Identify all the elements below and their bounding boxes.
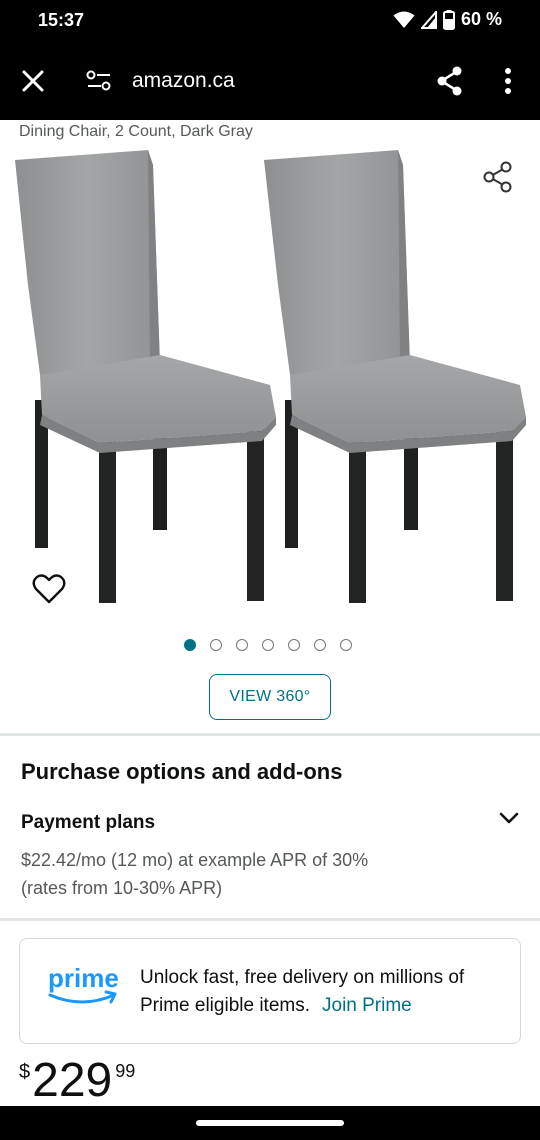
- cell-signal-icon: [420, 10, 437, 29]
- price: $ 229 99: [19, 1055, 135, 1107]
- payment-plans-detail: $22.42/mo (12 mo) at example APR of 30% …: [21, 850, 369, 898]
- share-icon[interactable]: [481, 160, 515, 194]
- product-title: Dining Chair, 2 Count, Dark Gray: [19, 123, 253, 140]
- carousel-dot[interactable]: [184, 639, 196, 651]
- payment-plans-title[interactable]: Payment plans: [21, 812, 155, 834]
- carousel-dot[interactable]: [210, 639, 222, 651]
- carousel-dot[interactable]: [236, 639, 248, 651]
- price-symbol: $: [19, 1061, 31, 1083]
- more-options-icon[interactable]: [497, 65, 519, 97]
- carousel-dot[interactable]: [262, 639, 274, 651]
- home-gesture-handle[interactable]: [196, 1120, 344, 1126]
- battery-icon: [442, 9, 455, 30]
- price-whole: 229: [32, 1054, 113, 1107]
- divider: [0, 733, 540, 736]
- wifi-icon: [393, 11, 415, 28]
- status-bar: 15:37 60 %: [0, 0, 540, 42]
- svg-text:prime: prime: [48, 963, 119, 993]
- share-icon[interactable]: [434, 65, 466, 97]
- prime-promo-message: Unlock fast, free delivery on millions o…: [140, 967, 465, 1016]
- chair-right: [264, 150, 526, 603]
- chair-left: [15, 150, 276, 603]
- chevron-down-icon[interactable]: [497, 807, 521, 829]
- status-icons: 60 %: [393, 9, 502, 30]
- price-fraction: 99: [115, 1061, 136, 1081]
- prime-promo-text: Unlock fast, free delivery on millions o…: [140, 964, 510, 1020]
- carousel-dot[interactable]: [288, 639, 300, 651]
- page-controls-icon[interactable]: [86, 69, 112, 93]
- status-time: 15:37: [38, 10, 85, 30]
- prime-logo: prime: [48, 963, 119, 1004]
- purchase-options-heading: Purchase options and add-ons: [21, 759, 343, 784]
- carousel-dot[interactable]: [314, 639, 326, 651]
- carousel-dot[interactable]: [340, 639, 352, 651]
- view-360-button[interactable]: VIEW 360°: [209, 674, 331, 720]
- heart-icon[interactable]: [32, 573, 66, 605]
- battery-percent: 60 %: [460, 9, 502, 29]
- prime-promo-card[interactable]: prime Unlock fast, free delivery on mill…: [19, 938, 521, 1044]
- product-image[interactable]: [0, 145, 540, 615]
- close-icon[interactable]: [18, 66, 48, 96]
- browser-toolbar: amazon.ca: [0, 42, 540, 120]
- join-prime-link[interactable]: Join Prime: [322, 995, 412, 1016]
- image-carousel-dots: [184, 639, 352, 651]
- url-text[interactable]: amazon.ca: [132, 69, 235, 93]
- gesture-nav-bar: [0, 1106, 540, 1140]
- chairs-illustration: [15, 150, 526, 603]
- divider: [0, 918, 540, 921]
